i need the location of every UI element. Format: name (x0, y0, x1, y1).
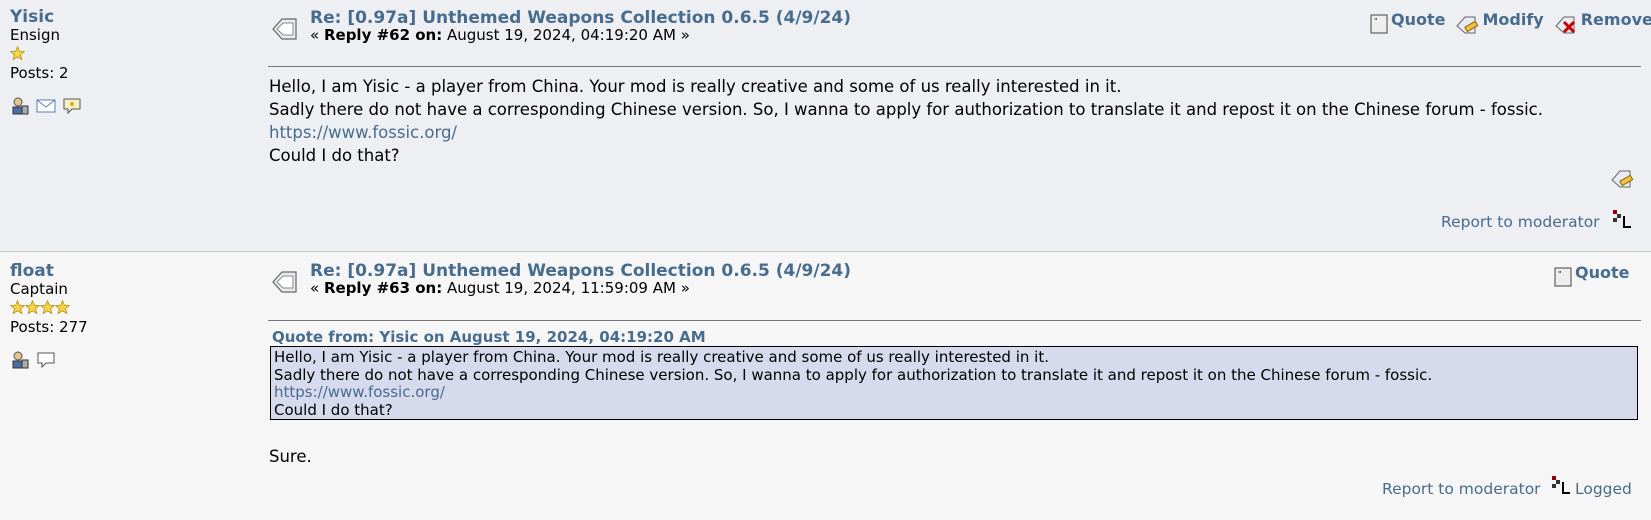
report-to-moderator-link[interactable]: Report to moderator (1382, 480, 1541, 498)
email-icon[interactable] (36, 96, 56, 116)
quote-line: Could I do that? (274, 400, 393, 419)
quote-icon: " (1370, 14, 1388, 34)
profile-icon[interactable] (10, 96, 30, 116)
quote-label: Quote (1391, 10, 1446, 29)
body-line: Hello, I am Yisic - a player from China.… (269, 77, 1122, 96)
post-icon (272, 18, 297, 40)
post-icon (272, 271, 297, 293)
ip-flag-icon (1552, 476, 1570, 494)
quote-button[interactable]: " Quote (1554, 263, 1629, 287)
post-divider (268, 320, 1641, 321)
body-line: Could I do that? (269, 146, 400, 165)
reply-suffix: » (680, 26, 690, 44)
personal-message-icon[interactable] (62, 96, 82, 116)
profile-icons (10, 350, 250, 370)
profile-icons (10, 96, 250, 116)
post-body: Hello, I am Yisic - a player from China.… (269, 75, 1629, 167)
quote-line: Sadly there do not have a corresponding … (274, 365, 1433, 384)
post-body: Sure. (269, 447, 312, 466)
quote-button[interactable]: " Quote (1370, 10, 1445, 34)
reply-info: « Reply #63 on: August 19, 2024, 11:59:0… (310, 279, 690, 297)
modify-label: Modify (1482, 10, 1544, 29)
svg-text:": " (1374, 17, 1378, 25)
star-icon (10, 46, 25, 61)
remove-button[interactable]: Remove (1554, 10, 1651, 36)
post-63: float Captain Posts: 277 Re: [0.97a] Unt… (0, 252, 1651, 520)
reply-number: Reply #63 on: (323, 279, 443, 297)
poster-rank: Captain (10, 280, 68, 298)
reply-date: August 19, 2024, 11:59:09 AM (447, 279, 676, 297)
modify-inline-icon[interactable] (1610, 168, 1634, 190)
post-actions: " Quote Modify Remove (1364, 10, 1651, 36)
fossic-link[interactable]: https://www.fossic.org/ (269, 123, 457, 142)
modify-icon (1456, 16, 1479, 34)
quote-block: Hello, I am Yisic - a player from China.… (270, 346, 1638, 420)
post-count: Posts: 2 (10, 64, 69, 82)
profile-icon[interactable] (10, 350, 30, 370)
post-divider (268, 66, 1641, 67)
report-to-moderator-link[interactable]: Report to moderator (1441, 213, 1600, 231)
star-icon (55, 300, 70, 315)
remove-label: Remove (1580, 10, 1651, 29)
poster-rank: Ensign (10, 26, 60, 44)
post-subject-link[interactable]: Re: [0.97a] Unthemed Weapons Collection … (310, 8, 851, 28)
poster-name-link[interactable]: float (10, 261, 54, 281)
body-line: Sadly there do not have a corresponding … (269, 100, 1543, 119)
post-actions: " Quote (1548, 263, 1629, 287)
star-icon (40, 300, 55, 315)
poster-name-link[interactable]: Yisic (10, 7, 54, 27)
reply-prefix: « (310, 26, 320, 44)
post-62: Yisic Ensign Posts: 2 Re: [0.97a] Unthem… (0, 0, 1651, 252)
star-icon (25, 300, 40, 315)
modify-button[interactable]: Modify (1455, 10, 1544, 36)
post-count: Posts: 277 (10, 318, 88, 336)
quote-header-link[interactable]: Quote from: Yisic on August 19, 2024, 04… (272, 328, 706, 346)
reply-info: « Reply #62 on: August 19, 2024, 04:19:2… (310, 26, 690, 44)
remove-icon (1555, 16, 1575, 34)
quote-label: Quote (1575, 263, 1630, 282)
personal-message-icon[interactable] (36, 350, 56, 370)
quote-fossic-link[interactable]: https://www.fossic.org/ (274, 383, 445, 401)
ip-flag-icon (1613, 210, 1631, 228)
reply-prefix: « (310, 279, 320, 297)
svg-text:": " (1558, 270, 1562, 278)
rank-stars (10, 46, 250, 62)
quote-icon: " (1554, 267, 1572, 287)
logged-label: Logged (1575, 480, 1632, 498)
reply-date: August 19, 2024, 04:19:20 AM (447, 26, 676, 44)
poster-info: Yisic Ensign Posts: 2 (10, 8, 250, 116)
poster-info: float Captain Posts: 277 (10, 262, 250, 370)
reply-suffix: » (680, 279, 690, 297)
reply-number: Reply #62 on: (323, 26, 443, 44)
post-subject-link[interactable]: Re: [0.97a] Unthemed Weapons Collection … (310, 261, 851, 281)
star-icon (10, 300, 25, 315)
quote-line: Hello, I am Yisic - a player from China.… (274, 348, 1049, 366)
rank-stars (10, 300, 250, 316)
